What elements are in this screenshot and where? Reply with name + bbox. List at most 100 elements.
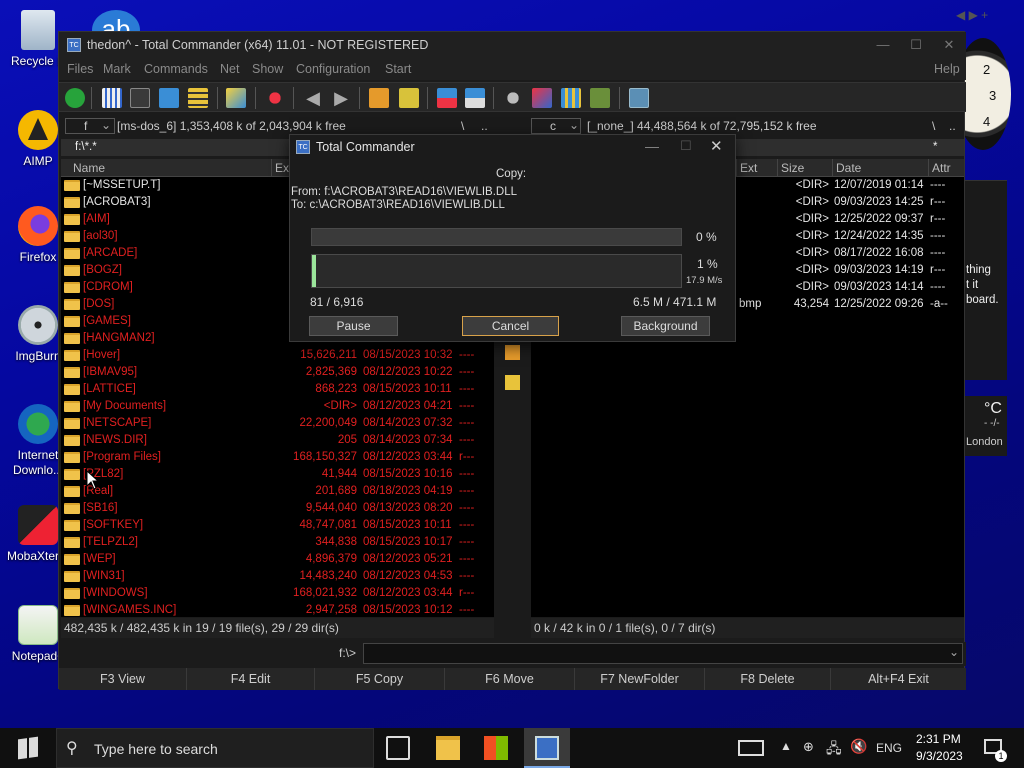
file-row[interactable]: [WIN31] 14,483,240 08/12/2023 04:53 ---- [61, 568, 494, 585]
file-row[interactable]: [PZL82] 41,944 08/15/2023 10:16 ---- [61, 466, 494, 483]
dialog-maximize-button[interactable]: ☐ [680, 138, 692, 154]
taskbar: ⚲ Type here to search ▲ ⊕ 🖧 🔇 ENG 2:31 P… [0, 728, 1024, 768]
col-name[interactable]: Name [61, 159, 271, 177]
task-view-icon[interactable] [386, 736, 410, 760]
file-row[interactable]: [TELPZL2] 344,838 08/15/2023 10:17 ---- [61, 534, 494, 551]
col-date[interactable]: Date [832, 159, 928, 177]
menu-help[interactable]: Help [934, 62, 960, 76]
bytes-copied: 6.5 M / 471.1 M [633, 295, 717, 309]
file-name: [SOFTKEY] [83, 519, 144, 531]
taskbar-search[interactable]: ⚲ Type here to search [56, 728, 374, 768]
file-row[interactable]: [Real] 201,689 08/18/2023 04:19 ---- [61, 483, 494, 500]
menu-mark[interactable]: Mark [103, 62, 131, 76]
file-name: [BOGZ] [83, 264, 122, 276]
invert-selection-icon[interactable] [226, 88, 246, 108]
file-explorer-icon[interactable] [436, 736, 460, 760]
copy-names-icon[interactable] [590, 88, 610, 108]
full-view-icon[interactable] [130, 88, 150, 108]
cancel-button[interactable]: Cancel [462, 316, 559, 336]
pack-files-icon[interactable] [505, 345, 520, 360]
notepad-icon[interactable] [629, 88, 649, 108]
file-row[interactable]: [My Documents] <DIR> 08/12/2023 04:21 ---- [61, 398, 494, 415]
new-folder-icon[interactable] [505, 375, 520, 390]
idm-icon [18, 404, 58, 444]
file-row[interactable]: [Program Files] 168,150,327 08/12/2023 03:… [61, 449, 494, 466]
right-up-button[interactable]: .. [949, 119, 956, 133]
minimize-button[interactable]: — [866, 32, 900, 58]
meet-now-icon[interactable]: ⊕ [803, 739, 814, 755]
menu-show[interactable]: Show [252, 62, 283, 76]
dialog-close-button[interactable]: ✕ [710, 137, 723, 155]
store-icon[interactable] [484, 736, 508, 760]
taskbar-date[interactable]: 9/3/2023 [916, 749, 963, 763]
back-icon[interactable]: ◀ [303, 88, 323, 108]
f8-delete-button[interactable]: F8 Delete [705, 668, 831, 690]
chevron-down-icon[interactable]: ⌄ [949, 645, 959, 659]
file-date: 08/12/2023 04:21 [363, 400, 453, 412]
find-files-icon[interactable] [503, 88, 523, 108]
search-placeholder: Type here to search [94, 741, 218, 757]
file-row[interactable]: [NETSCAPE] 22,200,049 08/14/2023 07:32 ---- [61, 415, 494, 432]
file-row[interactable]: [SB16] 9,544,040 08/13/2023 08:20 ---- [61, 500, 494, 517]
taskbar-total-commander[interactable] [524, 728, 570, 768]
menu-start[interactable]: Start [385, 62, 411, 76]
col-size[interactable]: Size [777, 159, 832, 177]
sync-dirs-icon[interactable] [561, 88, 581, 108]
file-row[interactable]: [NEWS.DIR] 205 08/14/2023 07:34 ---- [61, 432, 494, 449]
refresh-icon[interactable] [65, 88, 85, 108]
ftp-new-icon[interactable] [465, 88, 485, 108]
close-button[interactable]: ✕ [932, 32, 966, 58]
ftp-connect-icon[interactable] [437, 88, 457, 108]
tree-icon[interactable] [188, 88, 208, 108]
network-icon[interactable]: 🖧 [826, 738, 842, 762]
file-row[interactable]: [LATTICE] 868,223 08/15/2023 10:11 ---- [61, 381, 494, 398]
start-icon[interactable] [18, 736, 38, 760]
file-attr: ---- [930, 281, 946, 293]
left-root-button[interactable]: \ [461, 119, 464, 133]
chevron-up-icon[interactable]: ▲ [780, 739, 792, 753]
right-root-button[interactable]: \ [932, 119, 935, 133]
compare-icon[interactable] [265, 88, 285, 108]
file-row[interactable]: [WINGAMES.INC] 2,947,258 08/15/2023 10:12-… [61, 602, 494, 619]
file-row[interactable]: [WINDOWS] 168,021,932 08/12/2023 03:44 r--- [61, 585, 494, 602]
menu-net[interactable]: Net [220, 62, 239, 76]
menu-configuration[interactable]: Configuration [296, 62, 370, 76]
taskbar-time[interactable]: 2:31 PM [916, 732, 961, 746]
col-ext[interactable]: Ext [736, 159, 777, 177]
brief-view-icon[interactable] [102, 88, 122, 108]
widget-nav[interactable]: ◀ ▶ + [956, 8, 988, 22]
file-row[interactable]: [Hover] 15,626,211 08/15/2023 10:32 ---- [61, 347, 494, 364]
cmd-input[interactable] [363, 643, 963, 664]
left-up-button[interactable]: .. [481, 119, 488, 133]
keyboard-icon[interactable] [738, 740, 764, 756]
dialog-title: Total Commander [316, 140, 415, 154]
unpack-icon[interactable] [399, 88, 419, 108]
file-row[interactable]: [SOFTKEY] 48,747,081 08/15/2023 10:11 ---- [61, 517, 494, 534]
pack-icon[interactable] [369, 88, 389, 108]
file-size: 14,483,240 [299, 570, 357, 582]
f3-view-button[interactable]: F3 View [59, 668, 187, 690]
forward-icon[interactable]: ▶ [331, 88, 351, 108]
file-row[interactable]: [WEP] 4,896,379 08/12/2023 05:21 ---- [61, 551, 494, 568]
maximize-button[interactable]: ☐ [899, 32, 933, 58]
left-status: 482,435 k / 482,435 k in 19 / 19 file(s)… [61, 618, 494, 638]
altf4-exit-button[interactable]: Alt+F4 Exit [831, 668, 966, 690]
f7-newfolder-button[interactable]: F7 NewFolder [575, 668, 705, 690]
multi-rename-icon[interactable] [532, 88, 552, 108]
dialog-minimize-button[interactable]: — [645, 138, 659, 154]
menu-files[interactable]: Files [67, 62, 93, 76]
f5-copy-button[interactable]: F5 Copy [315, 668, 445, 690]
thumbnails-icon[interactable] [159, 88, 179, 108]
total-progress-bar [311, 254, 682, 288]
file-row[interactable]: [IBMAV95] 2,825,369 08/12/2023 10:22 ---- [61, 364, 494, 381]
file-attr: ---- [459, 366, 475, 378]
menu-commands[interactable]: Commands [144, 62, 208, 76]
folder-icon [64, 503, 80, 514]
background-button[interactable]: Background [621, 316, 710, 336]
f4-edit-button[interactable]: F4 Edit [187, 668, 315, 690]
pause-button[interactable]: Pause [309, 316, 398, 336]
f6-move-button[interactable]: F6 Move [445, 668, 575, 690]
language-indicator[interactable]: ENG [876, 741, 902, 755]
volume-muted-icon[interactable]: 🔇 [850, 738, 867, 755]
col-attr[interactable]: Attr [928, 159, 964, 177]
